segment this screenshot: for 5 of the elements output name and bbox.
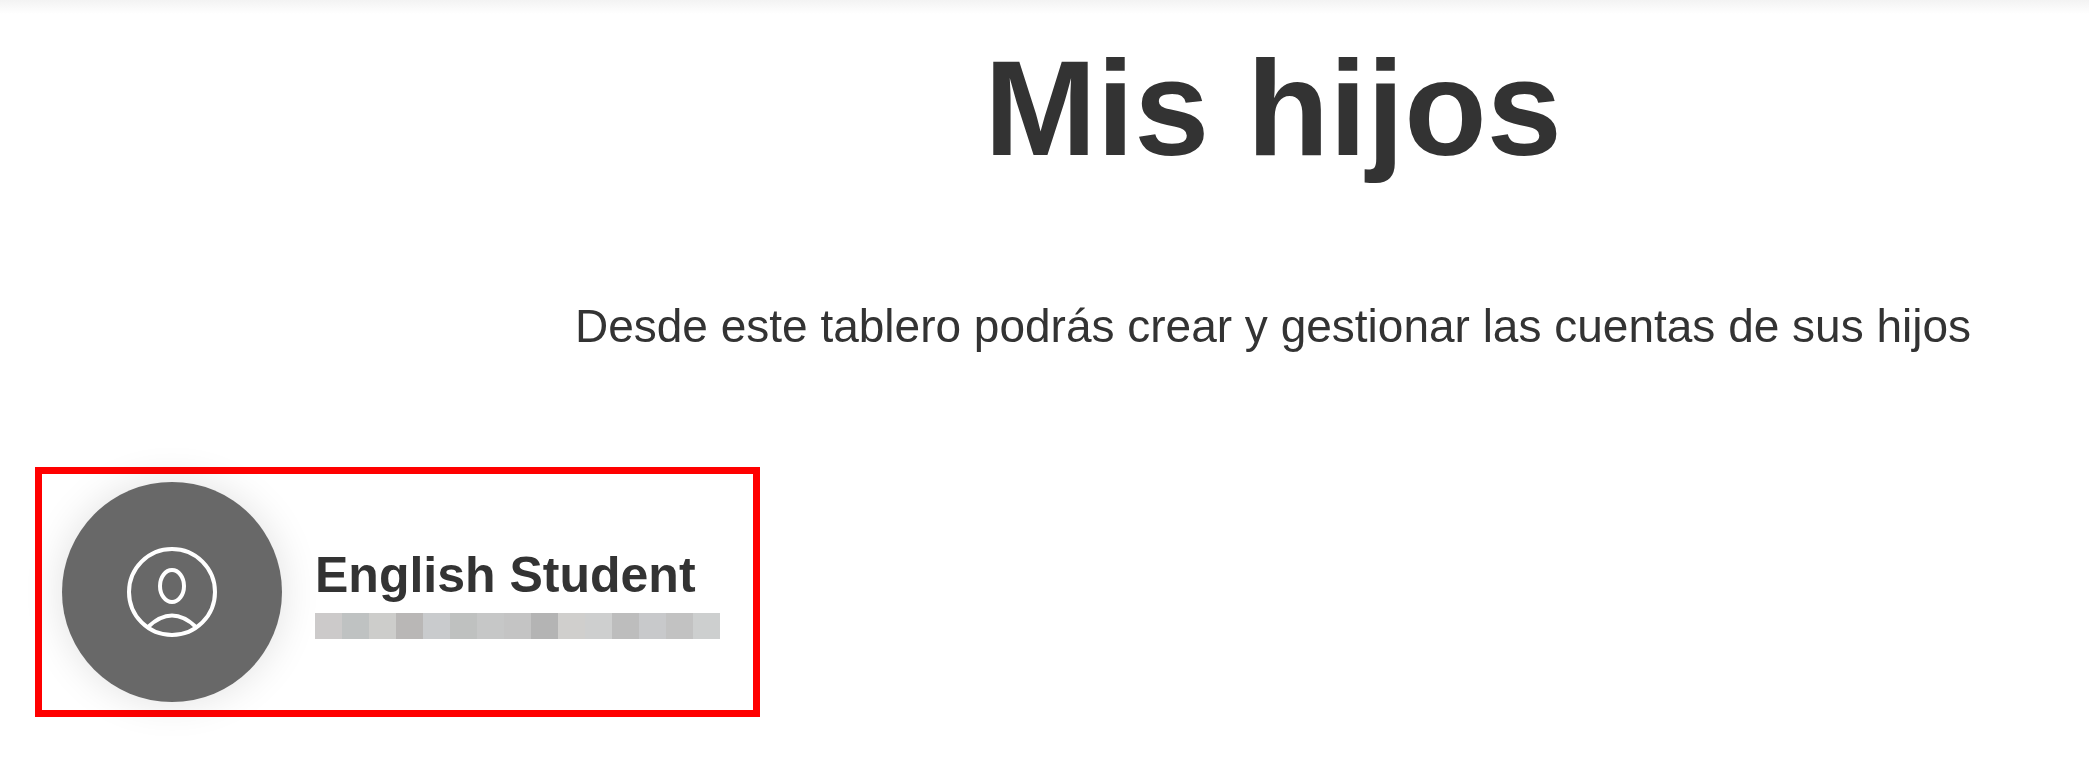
child-card[interactable]: English Student bbox=[35, 466, 760, 717]
user-icon bbox=[126, 545, 218, 638]
child-name: English Student bbox=[315, 546, 697, 606]
page-title: Mis hijos bbox=[984, 32, 1562, 186]
page-subtitle: Desde este tablero podrás crear y gestionar las cuentas de sus hijos bbox=[574, 299, 1972, 354]
